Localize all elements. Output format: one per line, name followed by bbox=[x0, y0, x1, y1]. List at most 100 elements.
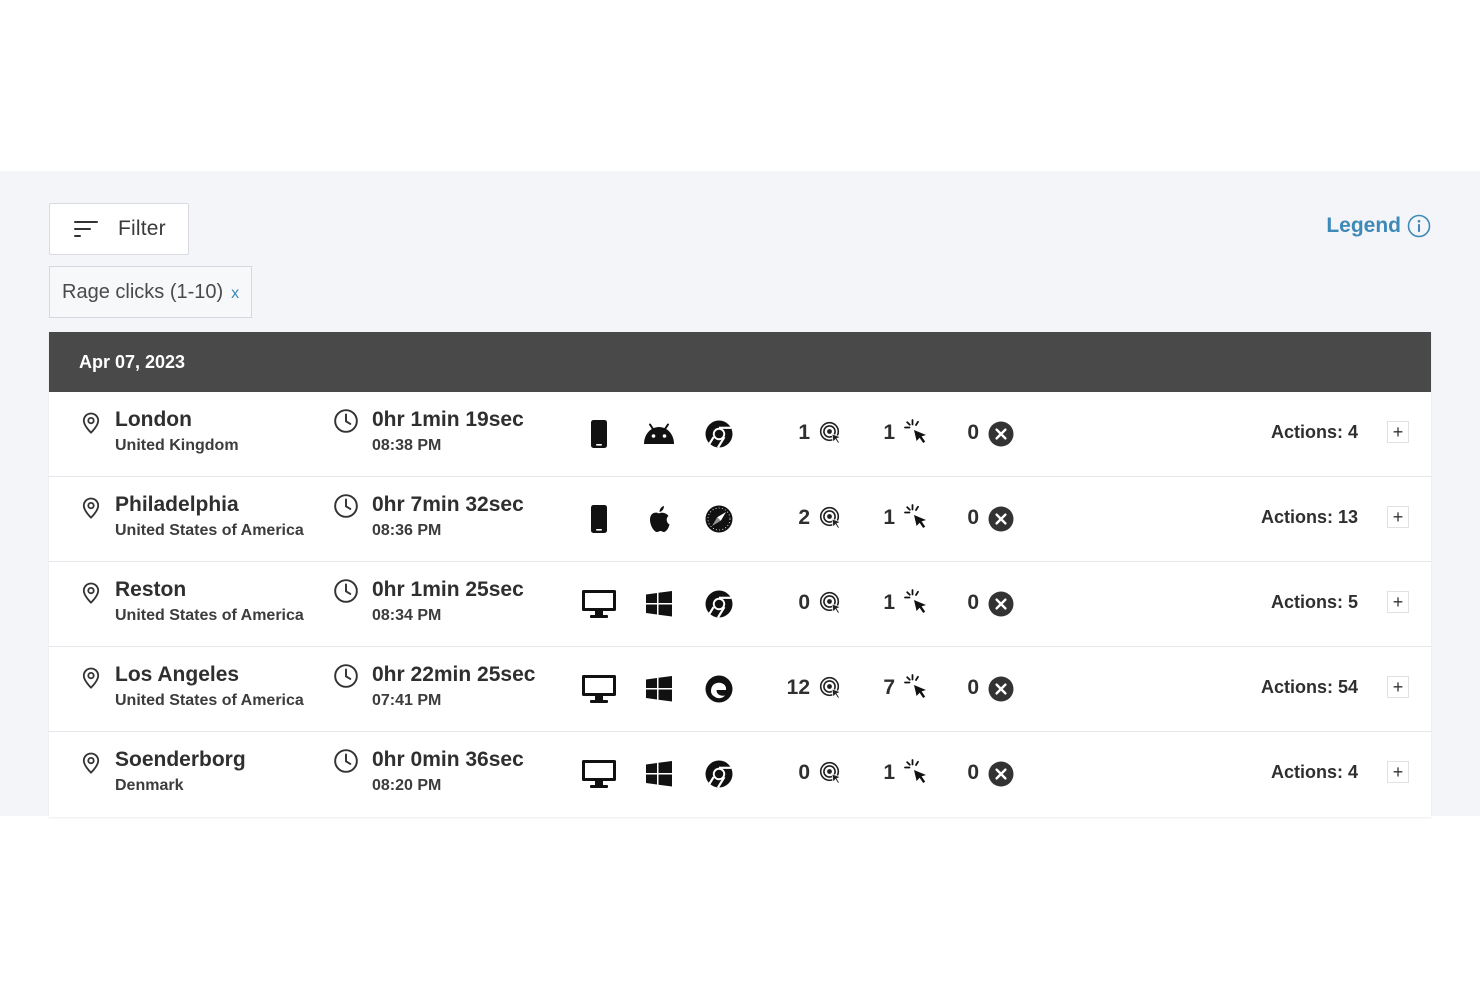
metric-1-value: 0 bbox=[798, 761, 810, 784]
session-actions: Actions: 13 bbox=[1260, 507, 1358, 527]
session-time: 08:38 PM bbox=[372, 437, 442, 454]
clock-icon bbox=[333, 493, 359, 519]
metric-1-value: 12 bbox=[786, 676, 810, 699]
date-group-header: Apr 07, 2023 bbox=[49, 332, 1431, 392]
mobile-phone-icon bbox=[581, 416, 617, 452]
click-icon bbox=[904, 674, 930, 700]
metric-2-value: 1 bbox=[883, 421, 895, 444]
session-duration: 0hr 1min 19sec bbox=[372, 408, 524, 431]
click-icon bbox=[904, 419, 930, 445]
session-country: United States of America bbox=[115, 522, 304, 539]
chrome-icon bbox=[701, 756, 737, 792]
session-duration: 0hr 1min 25sec bbox=[372, 578, 524, 601]
filter-button[interactable]: Filter bbox=[49, 203, 189, 255]
session-actions: Actions: 5 bbox=[1270, 592, 1358, 612]
session-country: United Kingdom bbox=[115, 437, 239, 454]
windows-icon bbox=[641, 671, 677, 707]
click-icon bbox=[904, 504, 930, 530]
desktop-icon bbox=[581, 586, 617, 622]
edge-icon bbox=[701, 671, 737, 707]
legend-link[interactable]: Legend bbox=[1326, 214, 1431, 238]
expand-button[interactable]: + bbox=[1387, 506, 1409, 528]
session-actions: Actions: 54 bbox=[1260, 677, 1358, 697]
session-row[interactable]: Reston United States of America 0hr 1min… bbox=[49, 562, 1431, 647]
android-icon bbox=[641, 416, 677, 452]
clock-icon bbox=[333, 578, 359, 604]
clock-icon bbox=[333, 748, 359, 774]
expand-button[interactable]: + bbox=[1387, 591, 1409, 613]
session-city: Reston bbox=[115, 578, 187, 601]
location-pin-icon bbox=[79, 580, 103, 606]
metric-3-value: 0 bbox=[967, 676, 979, 699]
location-pin-icon bbox=[79, 495, 103, 521]
clock-icon bbox=[333, 408, 359, 434]
error-icon bbox=[988, 676, 1014, 702]
session-duration: 0hr 7min 32sec bbox=[372, 493, 524, 516]
location-pin-icon bbox=[79, 665, 103, 691]
session-time: 08:34 PM bbox=[372, 607, 442, 624]
filter-lines-icon bbox=[74, 221, 98, 237]
error-icon bbox=[988, 761, 1014, 787]
session-country: United States of America bbox=[115, 607, 304, 624]
metric-1-value: 0 bbox=[798, 591, 810, 614]
session-actions: Actions: 4 bbox=[1270, 762, 1358, 782]
session-city: Los Angeles bbox=[115, 663, 240, 686]
metric-2-value: 7 bbox=[883, 676, 895, 699]
chrome-icon bbox=[701, 416, 737, 452]
active-filter-chip: Rage clicks (1-10) x bbox=[49, 266, 253, 318]
rage-click-icon bbox=[819, 421, 843, 445]
apple-icon bbox=[641, 501, 677, 537]
metric-1-value: 2 bbox=[798, 506, 810, 529]
session-city: London bbox=[115, 408, 192, 431]
session-row[interactable]: London United Kingdom 0hr 1min 19sec 08:… bbox=[49, 392, 1431, 477]
metric-2-value: 1 bbox=[883, 591, 895, 614]
session-city: Philadelphia bbox=[115, 493, 239, 516]
clock-icon bbox=[333, 663, 359, 689]
desktop-icon bbox=[581, 671, 617, 707]
mobile-phone-icon bbox=[581, 501, 617, 537]
desktop-icon bbox=[581, 756, 617, 792]
windows-icon bbox=[641, 586, 677, 622]
metric-3-value: 0 bbox=[967, 761, 979, 784]
metric-1-value: 1 bbox=[798, 421, 810, 444]
session-row[interactable]: Soenderborg Denmark 0hr 0min 36sec 08:20… bbox=[49, 732, 1431, 817]
session-time: 08:20 PM bbox=[372, 777, 442, 794]
expand-button[interactable]: + bbox=[1387, 761, 1409, 783]
session-row[interactable]: Philadelphia United States of America 0h… bbox=[49, 477, 1431, 562]
error-icon bbox=[988, 421, 1014, 447]
active-filter-label: Rage clicks (1-10) bbox=[62, 280, 224, 303]
remove-filter-button[interactable]: x bbox=[231, 286, 239, 302]
sessions-panel: Filter Legend Rage clicks (1-10) x Apr 0… bbox=[0, 171, 1480, 817]
session-duration: 0hr 0min 36sec bbox=[372, 748, 524, 771]
info-icon bbox=[1407, 214, 1431, 238]
rage-click-icon bbox=[819, 591, 843, 615]
session-country: United States of America bbox=[115, 692, 304, 709]
error-icon bbox=[988, 506, 1014, 532]
session-duration: 0hr 22min 25sec bbox=[372, 663, 536, 686]
rage-click-icon bbox=[819, 761, 843, 785]
error-icon bbox=[988, 591, 1014, 617]
filter-label: Filter bbox=[118, 217, 166, 240]
expand-button[interactable]: + bbox=[1387, 676, 1409, 698]
rage-click-icon bbox=[819, 676, 843, 700]
session-row[interactable]: Los Angeles United States of America 0hr… bbox=[49, 647, 1431, 732]
legend-label: Legend bbox=[1326, 214, 1401, 237]
metric-3-value: 0 bbox=[967, 591, 979, 614]
click-icon bbox=[904, 589, 930, 615]
click-icon bbox=[904, 759, 930, 785]
session-country: Denmark bbox=[115, 777, 184, 794]
metric-3-value: 0 bbox=[967, 421, 979, 444]
safari-icon bbox=[701, 501, 737, 537]
session-time: 07:41 PM bbox=[372, 692, 442, 709]
location-pin-icon bbox=[79, 410, 103, 436]
windows-icon bbox=[641, 756, 677, 792]
sessions-table: Apr 07, 2023 London United Kingdom 0hr 1… bbox=[49, 332, 1431, 817]
date-group-label: Apr 07, 2023 bbox=[79, 351, 186, 372]
chrome-icon bbox=[701, 586, 737, 622]
metric-3-value: 0 bbox=[967, 506, 979, 529]
location-pin-icon bbox=[79, 750, 103, 776]
expand-button[interactable]: + bbox=[1387, 421, 1409, 443]
metric-2-value: 1 bbox=[883, 761, 895, 784]
session-city: Soenderborg bbox=[115, 748, 246, 771]
rage-click-icon bbox=[819, 506, 843, 530]
